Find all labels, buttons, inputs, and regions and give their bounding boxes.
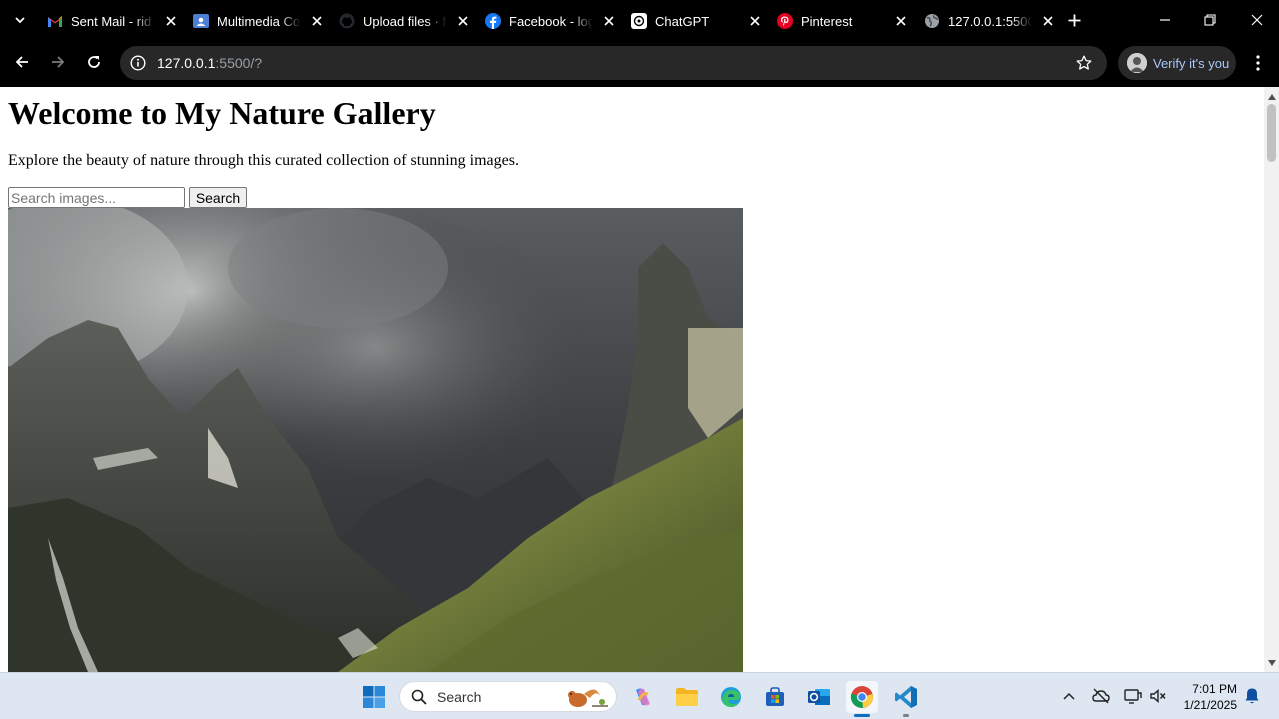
close-icon[interactable] bbox=[455, 13, 471, 29]
github-icon bbox=[339, 13, 355, 29]
active-app-indicator bbox=[854, 714, 870, 717]
page-description: Explore the beauty of nature through thi… bbox=[8, 152, 519, 169]
profile-button[interactable]: Verify it's you bbox=[1118, 46, 1236, 80]
gallery-page: Welcome to My Nature Gallery Explore the… bbox=[0, 87, 1264, 672]
avatar bbox=[1127, 53, 1147, 73]
chrome-icon[interactable] bbox=[846, 681, 878, 713]
restore-icon[interactable] bbox=[1202, 12, 1218, 28]
notification-bell-icon[interactable] bbox=[1243, 687, 1261, 705]
facebook-icon bbox=[485, 13, 501, 29]
tab-strip: Sent Mail - rid Multimedia Co Upload fil… bbox=[0, 0, 1279, 40]
tab-localhost[interactable]: 127.0.0.1:5500 bbox=[924, 6, 1056, 36]
tab-title: 127.0.0.1:5500 bbox=[948, 13, 1032, 29]
google-classroom-icon bbox=[193, 13, 209, 29]
outlook-icon[interactable] bbox=[803, 681, 835, 713]
page-scrollbar[interactable] bbox=[1264, 87, 1279, 672]
clock-time: 7:01 PM bbox=[1192, 682, 1237, 696]
close-icon[interactable] bbox=[1040, 13, 1056, 29]
gmail-icon bbox=[47, 13, 63, 29]
browser-toolbar: 127.0.0.1:5500/? Verify it's you bbox=[0, 40, 1279, 87]
taskbar-search-label: Search bbox=[437, 688, 482, 705]
file-explorer-icon[interactable] bbox=[671, 681, 703, 713]
tab-title: Sent Mail - rid bbox=[71, 13, 152, 29]
bookmark-star-icon[interactable] bbox=[1075, 54, 1093, 72]
site-info-icon[interactable] bbox=[129, 54, 147, 72]
page-title: Welcome to My Nature Gallery bbox=[8, 95, 436, 131]
onedrive-offline-icon[interactable] bbox=[1092, 687, 1110, 705]
tab-title: Pinterest bbox=[801, 13, 853, 29]
windows-start-icon[interactable] bbox=[358, 681, 390, 713]
display-network-icon[interactable] bbox=[1124, 687, 1142, 705]
close-icon[interactable] bbox=[601, 13, 617, 29]
scroll-up-arrow-icon[interactable] bbox=[1264, 89, 1279, 104]
search-icon bbox=[410, 688, 428, 706]
url-text[interactable]: 127.0.0.1:5500/? bbox=[157, 55, 262, 71]
minimize-icon[interactable] bbox=[1157, 12, 1173, 28]
tab-chatgpt[interactable]: ChatGPT bbox=[631, 6, 763, 36]
windows-taskbar: Search 7:01 PM 1/21/2025 bbox=[0, 672, 1279, 719]
scrollbar-thumb[interactable] bbox=[1267, 104, 1276, 162]
url-host: 127.0.0.1 bbox=[157, 55, 216, 71]
tab-facebook[interactable]: Facebook - log bbox=[485, 6, 617, 36]
gallery-image-mountains bbox=[8, 208, 743, 672]
profile-label: Verify it's you bbox=[1153, 55, 1230, 71]
search-highlight-squirrel-icon bbox=[568, 689, 608, 707]
close-icon[interactable] bbox=[747, 13, 763, 29]
tab-title: Upload files · f bbox=[363, 13, 447, 29]
copilot-icon[interactable] bbox=[627, 681, 659, 713]
running-app-indicator bbox=[903, 714, 909, 717]
tab-pinterest[interactable]: Pinterest bbox=[777, 6, 909, 36]
tab-title: Facebook - log bbox=[509, 13, 593, 29]
window-close-icon[interactable] bbox=[1249, 12, 1265, 28]
vscode-icon[interactable] bbox=[890, 681, 922, 713]
tab-gmail[interactable]: Sent Mail - rid bbox=[47, 6, 179, 36]
edge-icon[interactable] bbox=[715, 681, 747, 713]
tab-search-chevron-icon[interactable] bbox=[8, 8, 32, 32]
chevron-up-icon[interactable] bbox=[1060, 687, 1078, 705]
tab-multimedia[interactable]: Multimedia Co bbox=[193, 6, 325, 36]
microsoft-store-icon[interactable] bbox=[759, 681, 791, 713]
forward-arrow-icon[interactable] bbox=[48, 52, 68, 72]
more-options-icon[interactable] bbox=[1249, 54, 1267, 72]
chatgpt-icon bbox=[631, 13, 647, 29]
search-input[interactable] bbox=[8, 187, 185, 208]
page-viewport: Welcome to My Nature Gallery Explore the… bbox=[0, 87, 1279, 672]
reload-icon[interactable] bbox=[84, 52, 104, 72]
address-bar[interactable]: 127.0.0.1:5500/? bbox=[120, 46, 1107, 80]
search-button[interactable]: Search bbox=[189, 187, 247, 208]
volume-muted-icon[interactable] bbox=[1149, 687, 1167, 705]
close-icon[interactable] bbox=[163, 13, 179, 29]
close-icon[interactable] bbox=[893, 13, 909, 29]
tab-title: ChatGPT bbox=[655, 13, 710, 29]
new-tab-plus-icon[interactable] bbox=[1066, 12, 1082, 28]
close-icon[interactable] bbox=[309, 13, 325, 29]
scroll-down-arrow-icon[interactable] bbox=[1264, 655, 1279, 670]
taskbar-search-box[interactable]: Search bbox=[399, 681, 617, 712]
tab-github-upload[interactable]: Upload files · f bbox=[339, 6, 471, 36]
globe-icon bbox=[924, 13, 940, 29]
back-arrow-icon[interactable] bbox=[12, 52, 32, 72]
pinterest-icon bbox=[777, 13, 793, 29]
clock-date: 1/21/2025 bbox=[1183, 698, 1237, 712]
url-path: :5500/? bbox=[215, 55, 263, 71]
taskbar-clock[interactable]: 7:01 PM 1/21/2025 bbox=[1177, 681, 1237, 713]
tab-title: Multimedia Co bbox=[217, 13, 301, 29]
